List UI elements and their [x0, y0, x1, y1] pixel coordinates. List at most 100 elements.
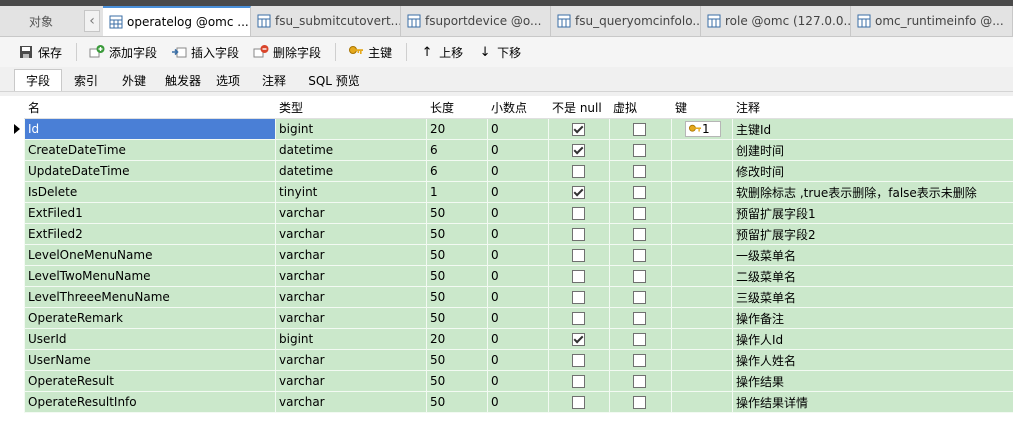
col-header-key[interactable]: 键 [671, 96, 733, 119]
not-null-checkbox[interactable] [572, 270, 585, 283]
field-name-cell[interactable]: CreateDateTime [24, 139, 276, 161]
key-cell[interactable] [671, 307, 733, 329]
primary-key-button[interactable]: 主键 [342, 40, 398, 64]
field-length-cell[interactable]: 50 [426, 286, 488, 308]
field-type-cell[interactable]: datetime [275, 160, 427, 182]
virtual-checkbox[interactable] [633, 333, 646, 346]
move-down-button[interactable]: ↓ 下移 [471, 40, 527, 64]
field-decimals-cell[interactable]: 0 [487, 391, 549, 413]
field-comment-cell[interactable]: 一级菜单名 [732, 244, 1013, 266]
field-length-cell[interactable]: 50 [426, 244, 488, 266]
field-comment-cell[interactable]: 二级菜单名 [732, 265, 1013, 287]
field-comment-cell[interactable]: 三级菜单名 [732, 286, 1013, 308]
field-length-cell[interactable]: 1 [426, 181, 488, 203]
field-type-cell[interactable]: tinyint [275, 181, 427, 203]
field-comment-cell[interactable]: 操作结果详情 [732, 391, 1013, 413]
not-null-checkbox[interactable] [572, 333, 585, 346]
field-comment-cell[interactable]: 修改时间 [732, 160, 1013, 182]
key-cell[interactable] [671, 328, 733, 350]
table-row[interactable]: ExtFiled1 varchar 50 0 预留扩展字段1 [24, 202, 1013, 224]
delete-field-button[interactable]: 删除字段 [247, 40, 327, 64]
table-row[interactable]: CreateDateTime datetime 6 0 创建时间 [24, 139, 1013, 161]
col-header-comment[interactable]: 注释 [732, 96, 1013, 119]
field-type-cell[interactable]: varchar [275, 349, 427, 371]
table-row[interactable]: LevelTwoMenuName varchar 50 0 二级菜单名 [24, 265, 1013, 287]
field-decimals-cell[interactable]: 0 [487, 223, 549, 245]
col-header-decimals[interactable]: 小数点 [487, 96, 549, 119]
not-null-checkbox[interactable] [572, 165, 585, 178]
table-row[interactable]: OperateResultInfo varchar 50 0 操作结果详情 [24, 391, 1013, 413]
virtual-checkbox[interactable] [633, 291, 646, 304]
key-cell[interactable] [671, 349, 733, 371]
field-comment-cell[interactable]: 操作人Id [732, 328, 1013, 350]
col-header-length[interactable]: 长度 [426, 96, 488, 119]
field-length-cell[interactable]: 50 [426, 391, 488, 413]
tab-sql-preview[interactable]: SQL 预览 [300, 69, 368, 91]
table-row[interactable]: Id bigint 20 0 1 主键Id [24, 118, 1013, 140]
key-cell[interactable] [671, 139, 733, 161]
not-null-checkbox[interactable] [572, 207, 585, 220]
field-type-cell[interactable]: varchar [275, 286, 427, 308]
key-cell[interactable] [671, 160, 733, 182]
table-row[interactable]: UserId bigint 20 0 操作人Id [24, 328, 1013, 350]
table-row[interactable]: OperateRemark varchar 50 0 操作备注 [24, 307, 1013, 329]
field-name-cell[interactable]: LevelOneMenuName [24, 244, 276, 266]
key-cell[interactable] [671, 370, 733, 392]
field-length-cell[interactable]: 50 [426, 223, 488, 245]
table-row[interactable]: OperateResult varchar 50 0 操作结果 [24, 370, 1013, 392]
field-name-cell[interactable]: UserName [24, 349, 276, 371]
field-decimals-cell[interactable]: 0 [487, 139, 549, 161]
insert-field-button[interactable]: 插入字段 [165, 40, 245, 64]
field-decimals-cell[interactable]: 0 [487, 328, 549, 350]
tab-fields[interactable]: 字段 [14, 69, 62, 91]
tab-role[interactable]: role @omc (127.0.0... [701, 6, 851, 36]
virtual-checkbox[interactable] [633, 249, 646, 262]
move-up-button[interactable]: ↑ 上移 [413, 40, 469, 64]
field-comment-cell[interactable]: 预留扩展字段2 [732, 223, 1013, 245]
table-row[interactable]: LevelOneMenuName varchar 50 0 一级菜单名 [24, 244, 1013, 266]
field-type-cell[interactable]: datetime [275, 139, 427, 161]
col-header-type[interactable]: 类型 [275, 96, 427, 119]
virtual-checkbox[interactable] [633, 165, 646, 178]
key-cell[interactable] [671, 202, 733, 224]
tab-objects[interactable]: 对象 [0, 6, 82, 36]
key-cell[interactable] [671, 265, 733, 287]
field-type-cell[interactable]: varchar [275, 244, 427, 266]
field-name-cell[interactable]: ExtFiled1 [24, 202, 276, 224]
field-type-cell[interactable]: varchar [275, 265, 427, 287]
field-type-cell[interactable]: varchar [275, 370, 427, 392]
field-type-cell[interactable]: varchar [275, 307, 427, 329]
tab-foreign-keys[interactable]: 外键 [110, 69, 158, 91]
tab-omc-runtimeinfo[interactable]: omc_runtimeinfo @... [851, 6, 1013, 36]
tab-indexes[interactable]: 索引 [62, 69, 110, 91]
col-header-name[interactable]: 名 [24, 96, 276, 119]
field-name-cell[interactable]: OperateResultInfo [24, 391, 276, 413]
col-header-virtual[interactable]: 虚拟 [609, 96, 672, 119]
virtual-checkbox[interactable] [633, 228, 646, 241]
field-type-cell[interactable]: varchar [275, 391, 427, 413]
table-row[interactable]: UserName varchar 50 0 操作人姓名 [24, 349, 1013, 371]
virtual-checkbox[interactable] [633, 186, 646, 199]
key-cell[interactable] [671, 181, 733, 203]
field-comment-cell[interactable]: 预留扩展字段1 [732, 202, 1013, 224]
not-null-checkbox[interactable] [572, 291, 585, 304]
tab-operatelog[interactable]: operatelog @omc ... [103, 6, 251, 36]
tab-triggers[interactable]: 触发器 [158, 69, 208, 91]
field-name-cell[interactable]: UserId [24, 328, 276, 350]
field-decimals-cell[interactable]: 0 [487, 244, 549, 266]
not-null-checkbox[interactable] [572, 396, 585, 409]
not-null-checkbox[interactable] [572, 312, 585, 325]
virtual-checkbox[interactable] [633, 144, 646, 157]
virtual-checkbox[interactable] [633, 396, 646, 409]
table-row[interactable]: ExtFiled2 varchar 50 0 预留扩展字段2 [24, 223, 1013, 245]
field-length-cell[interactable]: 50 [426, 202, 488, 224]
col-header-not-null[interactable]: 不是 null [548, 96, 610, 119]
field-name-cell[interactable]: OperateResult [24, 370, 276, 392]
field-comment-cell[interactable]: 操作人姓名 [732, 349, 1013, 371]
field-length-cell[interactable]: 50 [426, 307, 488, 329]
field-length-cell[interactable]: 50 [426, 370, 488, 392]
field-length-cell[interactable]: 20 [426, 328, 488, 350]
virtual-checkbox[interactable] [633, 270, 646, 283]
field-decimals-cell[interactable]: 0 [487, 307, 549, 329]
not-null-checkbox[interactable] [572, 228, 585, 241]
